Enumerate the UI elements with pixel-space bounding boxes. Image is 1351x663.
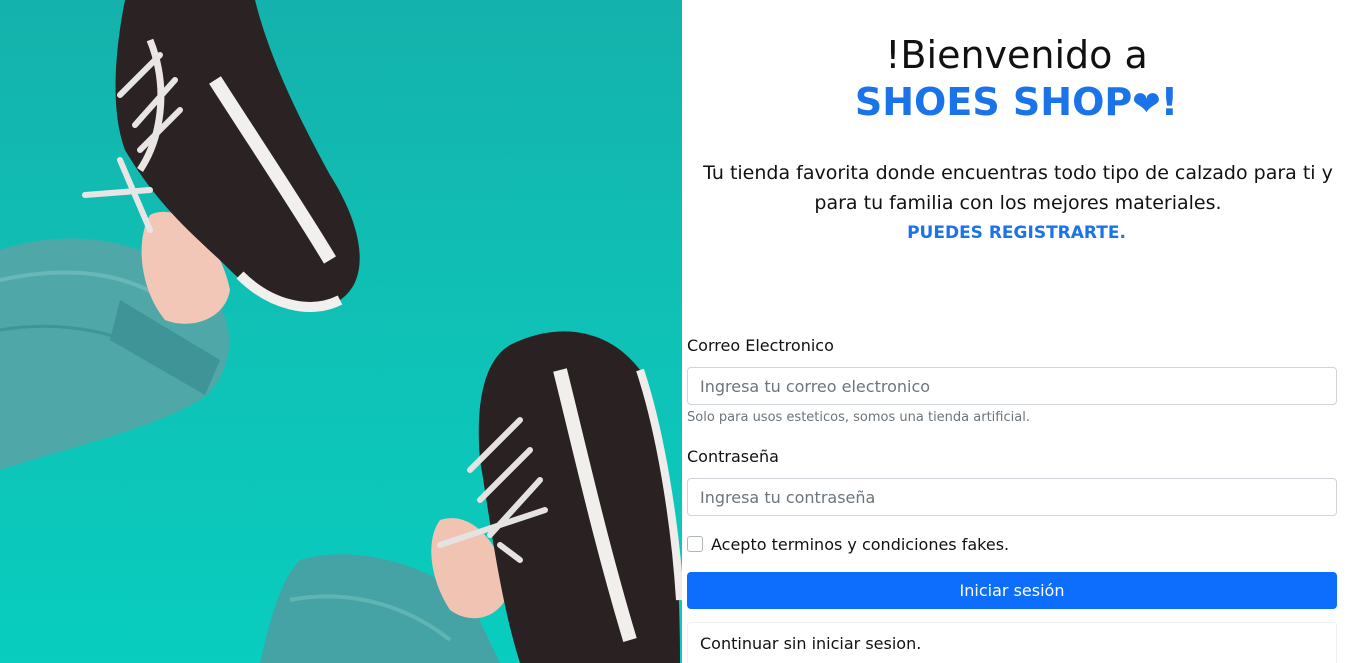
email-label: Correo Electronico <box>687 336 834 355</box>
brand-exclaim: ! <box>1160 80 1179 124</box>
shoes-photo-illustration <box>0 0 682 663</box>
login-button[interactable]: Iniciar sesión <box>687 572 1337 609</box>
terms-checkbox[interactable] <box>687 536 703 552</box>
continue-without-login-button[interactable]: Continuar sin iniciar sesion. <box>687 622 1337 663</box>
password-field[interactable] <box>687 478 1337 516</box>
email-field[interactable] <box>687 367 1337 405</box>
terms-row: Acepto terminos y condiciones fakes. <box>687 534 1009 554</box>
heart-icon: ❤ <box>1132 84 1161 124</box>
welcome-heading: !Bienvenido a <box>885 33 1148 77</box>
password-label: Contraseña <box>687 447 779 466</box>
brand-title: SHOES SHOP❤! <box>682 79 1351 127</box>
terms-label: Acepto terminos y condiciones fakes. <box>711 534 1010 554</box>
tagline: Tu tienda favorita donde encuentras todo… <box>703 162 1333 214</box>
register-link[interactable]: PUEDES REGISTRARTE. <box>682 220 1351 246</box>
email-help-text: Solo para usos esteticos, somos una tien… <box>687 410 1030 425</box>
hero-image <box>0 0 682 663</box>
brand-name: SHOES SHOP <box>854 80 1133 124</box>
login-panel: !Bienvenido a SHOES SHOP❤! Tu tienda fav… <box>682 0 1351 663</box>
